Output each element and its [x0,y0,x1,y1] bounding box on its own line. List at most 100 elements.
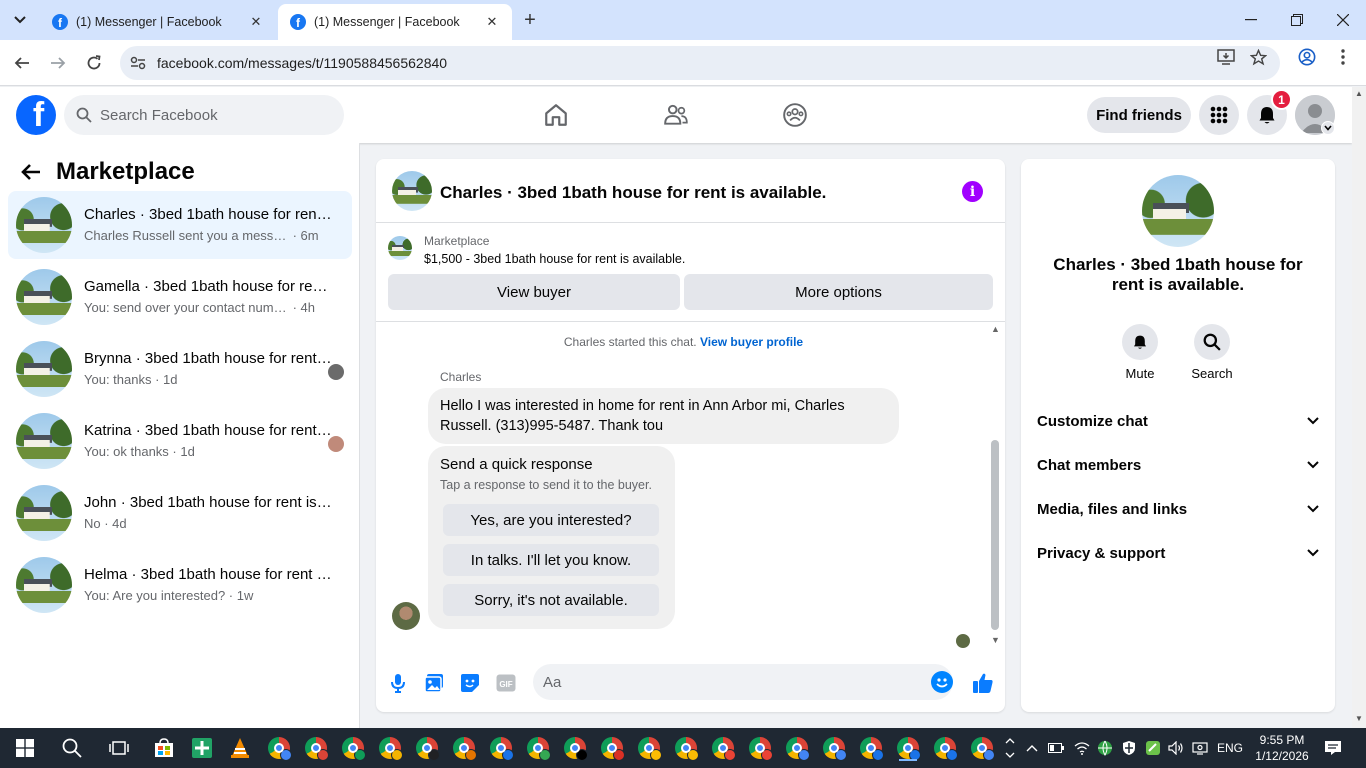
chrome-window-icon[interactable] [636,735,662,761]
gif-icon[interactable]: GIF [494,671,518,695]
show-hidden-icons[interactable] [1022,738,1042,758]
microsoft-store-icon[interactable] [151,735,177,761]
browser-tab-1[interactable]: f (1) Messenger | Facebook ✕ [40,4,276,40]
forward-button[interactable] [44,49,72,77]
windows-start-icon[interactable] [12,735,38,761]
info-icon[interactable]: i [962,181,983,202]
notification-center-icon[interactable] [1322,738,1344,758]
friends-icon[interactable] [660,99,692,131]
account-caret-icon[interactable] [1321,121,1335,135]
chrome-window-icon[interactable] [858,735,884,761]
conversation-item[interactable]: John · 3bed 1bath house for rent is avai… [8,479,352,547]
chat-scrollbar[interactable]: ▲ ▼ [988,322,1002,652]
chat-title[interactable]: Charles · 3bed 1bath house for rent is a… [440,183,826,203]
back-arrow-icon[interactable] [16,157,46,187]
privacy-support-section[interactable]: Privacy & support [1029,531,1327,575]
chrome-window-icon[interactable] [673,735,699,761]
conversation-item[interactable]: Katrina · 3bed 1bath house for rent is a… [8,407,352,475]
chrome-window-icon[interactable] [932,735,958,761]
browser-tab-2[interactable]: f (1) Messenger | Facebook ✕ [278,4,512,40]
wifi-icon[interactable] [1072,738,1092,758]
restore-button[interactable] [1274,0,1320,40]
menu-grid-icon[interactable] [1199,95,1239,135]
chrome-window-icon[interactable] [266,735,292,761]
conversation-item[interactable]: Brynna · 3bed 1bath house for rent is av… [8,335,352,403]
tab-close-icon[interactable]: ✕ [248,14,264,30]
search-action[interactable]: Search [1182,324,1242,381]
listing-description[interactable]: $1,500 - 3bed 1bath house for rent is av… [424,252,685,266]
conversation-item[interactable]: Gamella · 3bed 1bath house for rent is a… [8,263,352,331]
address-bar[interactable]: facebook.com/messages/t/1190588456562840 [120,46,1280,80]
volume-icon[interactable] [1166,738,1186,758]
chrome-window-icon[interactable] [562,735,588,761]
tab-close-icon[interactable]: ✕ [484,14,500,30]
quick-response-button[interactable]: Yes, are you interested? [443,504,659,536]
chrome-window-icon[interactable] [488,735,514,761]
chrome-window-icon[interactable] [525,735,551,761]
site-info-icon[interactable] [126,51,150,75]
back-button[interactable] [8,49,36,77]
chrome-window-icon[interactable] [414,735,440,761]
system-clock[interactable]: 9:55 PM 1/12/2026 [1252,732,1312,764]
emoji-icon[interactable] [931,671,953,693]
browser-menu-icon[interactable] [1332,47,1354,67]
install-app-icon[interactable] [1215,47,1237,67]
view-buyer-profile-link[interactable]: View buyer profile [700,335,803,349]
chrome-window-icon[interactable] [710,735,736,761]
chrome-window-icon[interactable] [451,735,477,761]
sticker-icon[interactable] [458,671,482,695]
tab-search-button[interactable] [8,8,32,32]
facebook-logo-icon[interactable]: f [16,95,56,135]
mute-action[interactable]: Mute [1110,324,1170,381]
photo-icon[interactable] [422,671,446,695]
more-options-button[interactable]: More options [684,274,993,310]
chrome-window-icon[interactable] [821,735,847,761]
security-shield-icon[interactable] [1119,738,1139,758]
view-buyer-button[interactable]: View buyer [388,274,680,310]
bookmark-star-icon[interactable] [1247,47,1269,67]
customize-chat-section[interactable]: Customize chat [1029,399,1327,443]
chat-scroll-thumb[interactable] [991,440,999,630]
search-facebook-input[interactable]: Search Facebook [64,95,344,135]
message-bubble[interactable]: Hello I was interested in home for rent … [428,388,899,444]
quick-response-button[interactable]: Sorry, it's not available. [443,584,659,616]
conversation-item[interactable]: Helma · 3bed 1bath house for rent is ava… [8,551,352,619]
chrome-window-icon[interactable] [303,735,329,761]
chat-info-avatar[interactable] [1142,175,1214,247]
chrome-window-icon[interactable] [340,735,366,761]
vlc-icon[interactable] [227,735,253,761]
display-icon[interactable] [1190,738,1210,758]
like-thumb-icon[interactable] [971,671,995,695]
message-input[interactable]: Aa [533,664,953,700]
close-window-button[interactable] [1320,0,1366,40]
input-language[interactable]: ENG [1217,741,1243,755]
chrome-window-icon[interactable] [784,735,810,761]
sheets-app-icon[interactable] [189,735,215,761]
find-friends-button[interactable]: Find friends [1087,97,1191,133]
quick-response-button[interactable]: In talks. I'll let you know. [443,544,659,576]
minimize-button[interactable] [1228,0,1274,40]
chat-members-section[interactable]: Chat members [1029,443,1327,487]
network-globe-icon[interactable] [1095,738,1115,758]
conversation-item[interactable]: Charles · 3bed 1bath house for rent is a… [8,191,352,259]
task-view-icon[interactable] [106,735,132,761]
taskbar-overflow-icon[interactable] [1002,735,1018,761]
page-scrollbar[interactable]: ▲ ▼ [1352,87,1366,728]
chrome-window-icon[interactable] [895,735,921,761]
home-icon[interactable] [540,99,572,131]
groups-icon[interactable] [779,99,811,131]
battery-icon[interactable] [1046,738,1066,758]
new-tab-button[interactable]: + [518,8,542,32]
profile-icon[interactable] [1296,47,1318,67]
chrome-window-icon[interactable] [377,735,403,761]
app-tray-icon[interactable] [1143,738,1163,758]
taskbar-search-icon[interactable] [59,735,85,761]
chat-avatar[interactable] [392,171,432,211]
chrome-window-icon[interactable] [599,735,625,761]
microphone-icon[interactable] [386,671,410,695]
media-files-links-section[interactable]: Media, files and links [1029,487,1327,531]
reload-button[interactable] [80,49,108,77]
chrome-window-icon[interactable] [969,735,995,761]
chrome-window-icon[interactable] [747,735,773,761]
listing-thumbnail[interactable] [388,236,412,260]
